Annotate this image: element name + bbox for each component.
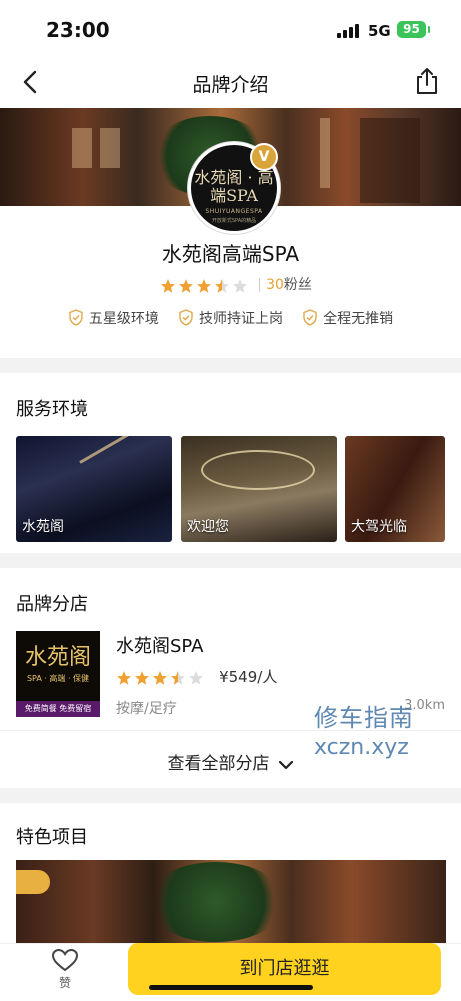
shop-image[interactable]: 水苑阁 SPA · 高端 · 保健 免费简餐 免费留宿 <box>16 631 100 717</box>
shop-category: 按摩/足疗 <box>116 701 177 717</box>
verified-badge: V <box>250 143 278 171</box>
signal-icon <box>337 24 361 38</box>
brand-tag: 全程无推销 <box>302 308 393 328</box>
environment-image[interactable]: 大驾光临 <box>345 436 445 542</box>
share-icon[interactable] <box>413 66 441 96</box>
star-icon <box>189 670 203 685</box>
watermark: 修车指南 xczn.xyz <box>314 704 414 760</box>
section-title: 品牌分店 <box>16 594 88 615</box>
star-icon <box>171 670 185 685</box>
shop-price: ¥549/人 <box>219 668 278 686</box>
heart-icon <box>51 948 79 972</box>
home-indicator <box>149 985 313 990</box>
shield-check-icon <box>69 309 83 326</box>
brand-tag: 五星级环境 <box>68 308 159 328</box>
section-title: 服务环境 <box>16 399 88 420</box>
environment-image[interactable]: 水苑阁 <box>16 436 172 542</box>
brand-tags: 五星级环境 技师持证上岗 全程无推销 <box>0 308 461 328</box>
brand-card: 水苑阁 · 高端SPA SHUIYUANGESPA 开放新式SPA的精品 V 水… <box>0 108 461 358</box>
shop-name[interactable]: 水苑阁SPA <box>116 632 203 658</box>
star-icon <box>197 278 211 293</box>
battery-icon: 95 <box>397 21 430 38</box>
image-caption: 水苑阁 <box>22 519 64 535</box>
brand-name: 水苑阁高端SPA <box>161 242 300 266</box>
thumbs-up-icon <box>16 870 50 894</box>
nav-bar: 品牌介绍 <box>0 58 461 108</box>
star-icon <box>179 278 193 293</box>
like-label: 赞 <box>58 976 71 990</box>
status-bar: 23:00 5G 95 <box>0 0 461 58</box>
image-caption: 欢迎您 <box>187 519 229 535</box>
bottom-action-bar: 赞 到门店逛逛 <box>0 943 461 1001</box>
brand-tag: 技师持证上岗 <box>178 308 283 328</box>
shop-rating-stars <box>116 667 206 686</box>
star-icon <box>215 278 229 293</box>
star-icon <box>161 278 175 293</box>
environment-section: 服务环境 水苑阁 欢迎您 大驾光临 <box>0 373 461 553</box>
brand-rating-row: 30粉丝 <box>160 274 312 294</box>
shield-check-icon <box>179 309 193 326</box>
page-title: 品牌介绍 <box>192 74 269 96</box>
chevron-down-icon <box>278 760 293 770</box>
featured-section: 特色项目 <box>0 803 461 943</box>
image-caption: 大驾光临 <box>351 519 407 535</box>
shop-rating-row: ¥549/人 <box>116 666 277 687</box>
like-button[interactable]: 赞 <box>50 948 80 991</box>
star-icon <box>135 670 149 685</box>
featured-image[interactable] <box>16 860 446 943</box>
fans-count: 30粉丝 <box>259 277 312 292</box>
star-icon <box>233 278 247 293</box>
environment-image[interactable]: 欢迎您 <box>181 436 337 542</box>
status-time: 23:00 <box>46 18 110 42</box>
network-label: 5G <box>368 22 391 40</box>
brand-rating-stars <box>160 275 250 294</box>
star-icon <box>153 670 167 685</box>
shield-check-icon <box>303 309 317 326</box>
star-icon <box>117 670 131 685</box>
section-title: 特色项目 <box>16 827 88 848</box>
